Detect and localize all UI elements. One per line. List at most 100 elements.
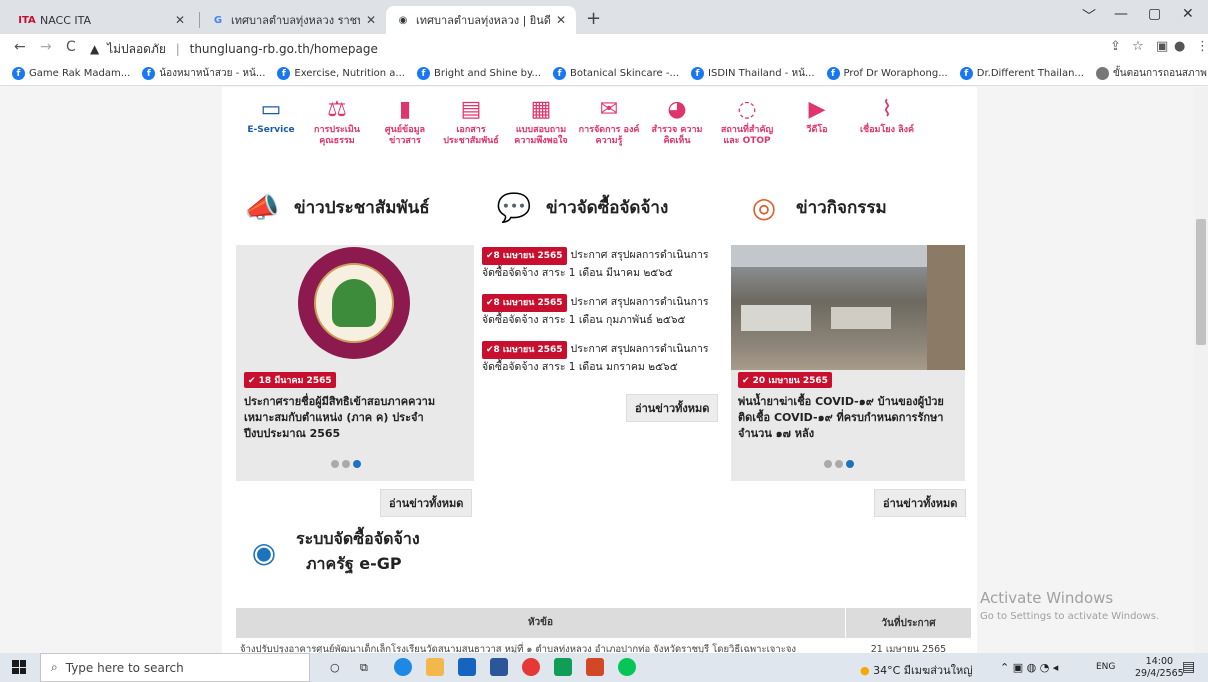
nav-label: ศูนย์ข้อมูล ข่าวสาร <box>384 125 426 146</box>
egp-heading: ◉ ระบบจัดซื้อจัดจ้าง ภาครัฐ e-GP <box>242 527 420 577</box>
carousel-dot[interactable] <box>331 460 339 468</box>
nav-knowledge-management[interactable]: ✉ การจัดการ องค์ความรู้ <box>578 95 640 147</box>
nav-label: สถานที่สำคัญ และ OTOP <box>720 125 774 146</box>
windows-start-icon[interactable] <box>12 660 26 674</box>
notification-icon[interactable]: ▤ <box>1182 659 1195 675</box>
tray-icons[interactable]: ⌃ ▣ ◍ ◔ ◂ <box>1000 661 1058 674</box>
tab-search-icon[interactable]: ﹀ <box>1082 6 1096 26</box>
share-icon[interactable]: ⇪ <box>1110 39 1121 54</box>
carousel-dot-active[interactable] <box>846 460 854 468</box>
section-title: ข่าวจัดซื้อจัดจ้าง <box>546 197 669 218</box>
procurement-read-all-button[interactable]: อ่านข่าวทั้งหมด <box>626 394 719 422</box>
security-label: ไม่ปลอดภัย <box>107 42 166 56</box>
sidepanel-icon[interactable]: ▣ <box>1156 39 1168 54</box>
close-tab-icon[interactable]: ✕ <box>175 13 185 27</box>
back-button[interactable]: ← <box>14 39 26 55</box>
nav-links[interactable]: ⌇ เชื่อมโยง ลิงค์ <box>856 95 918 136</box>
tab-nacc-ita[interactable]: ITA NACC ITA ✕ <box>10 6 195 34</box>
nav-e-service[interactable]: ▭ E-Service <box>240 95 302 136</box>
bookmark-item[interactable]: f Exercise, Nutrition a... <box>277 67 405 80</box>
nav-info-center[interactable]: ▮ ศูนย์ข้อมูล ข่าวสาร <box>374 95 436 147</box>
file-explorer-icon[interactable] <box>426 658 444 676</box>
nav-integrity-assessment[interactable]: ⚖ การประเมิน คุณธรรม <box>306 95 368 147</box>
bookmark-label: Prof Dr Woraphong... <box>843 68 948 79</box>
store-icon[interactable] <box>554 658 572 676</box>
maximize-button[interactable]: ▢ <box>1148 6 1161 22</box>
bookmark-item[interactable]: f น้องหมาหน้าสวย - หน้... <box>142 66 265 81</box>
carousel-dot[interactable] <box>835 460 843 468</box>
language-indicator[interactable]: ENG <box>1096 662 1115 672</box>
google-favicon-icon: G <box>213 14 223 26</box>
photo-table <box>741 305 811 331</box>
task-view-icon[interactable]: ⧉ <box>360 661 368 675</box>
procurement-item[interactable]: ✔8 เมษายน 2565 ประกาศ สรุปผลการดำเนินการจ… <box>482 294 717 328</box>
nav-label: E-Service <box>247 125 295 135</box>
pr-read-all-button[interactable]: อ่านข่าวทั้งหมด <box>380 489 473 517</box>
activity-read-all-button[interactable]: อ่านข่าวทั้งหมด <box>874 489 967 517</box>
bookmark-item[interactable]: f Prof Dr Woraphong... <box>826 67 948 80</box>
star-icon[interactable]: ☆ <box>1132 39 1144 54</box>
link-icon: ⌇ <box>881 96 893 122</box>
close-tab-icon[interactable]: ✕ <box>556 13 566 27</box>
close-window-button[interactable]: ✕ <box>1182 6 1194 22</box>
forward-button[interactable]: → <box>40 39 52 55</box>
nav-opinion-survey[interactable]: ◕ สำรวจ ความคิดเห็น <box>646 95 708 147</box>
minimize-button[interactable]: — <box>1114 6 1128 22</box>
nav-label: สำรวจ ความคิดเห็น <box>651 125 703 146</box>
facebook-icon: f <box>691 67 705 80</box>
system-clock[interactable]: 14:00 29/4/2565 <box>1135 656 1184 680</box>
nav-places-otop[interactable]: ◌ สถานที่สำคัญ และ OTOP <box>716 95 778 147</box>
pr-headline[interactable]: ประกาศรายชื่อผู้มีสิทธิเข้าสอบภาคความ เห… <box>244 394 464 442</box>
tab-title: เทศบาลตำบลทุ่งหลวง | ยินดีต้อนรับ <box>416 14 550 27</box>
word-icon[interactable] <box>490 658 508 676</box>
carousel-dot-active[interactable] <box>353 460 361 468</box>
address-bar[interactable]: ▲ ไม่ปลอดภัย | thungluang-rb.go.th/homep… <box>90 40 378 59</box>
menu-icon[interactable]: ⋮ <box>1196 39 1208 54</box>
edge-icon[interactable] <box>394 658 412 676</box>
carousel-dot[interactable] <box>824 460 832 468</box>
tab-thungluang[interactable]: ◉ เทศบาลตำบลทุ่งหลวง | ยินดีต้อนรับ ✕ <box>386 6 576 34</box>
bookmark-item[interactable]: f ISDIN Thailand - หน้... <box>691 66 815 81</box>
weather-widget[interactable]: ● 34°C มีเมฆส่วนใหญ่ <box>860 661 973 679</box>
bookmark-item[interactable]: ขั้นตอนการถอนสภาพ... <box>1095 66 1208 81</box>
scrollbar-thumb[interactable] <box>1196 219 1206 345</box>
taskbar-search[interactable]: ⌕ Type here to search <box>40 653 310 682</box>
mail-icon[interactable] <box>458 658 476 676</box>
activity-headline[interactable]: พ่นน้ำยาฆ่าเชื้อ COVID-๑๙ บ้านของผู้ป่วย… <box>738 394 960 442</box>
procurement-item[interactable]: ✔8 เมษายน 2565 ประกาศ สรุปผลการดำเนินการจ… <box>482 247 717 281</box>
reload-button[interactable]: C <box>66 39 76 55</box>
bookmark-item[interactable]: f Botanical Skincare -... <box>553 67 679 80</box>
procurement-item[interactable]: ✔8 เมษายน 2565 ประกาศ สรุปผลการดำเนินการจ… <box>482 341 717 375</box>
browser-toolbar: ← → C ▲ ไม่ปลอดภัย | thungluang-rb.go.th… <box>0 34 1208 62</box>
tab-separator <box>199 12 200 28</box>
activity-news-heading: ◎ ข่าวกิจกรรม <box>742 187 887 227</box>
page-scrollbar[interactable] <box>1194 87 1208 653</box>
bookmark-label: ขั้นตอนการถอนสภาพ... <box>1112 68 1208 79</box>
bookmark-item[interactable]: f Dr.Different Thailan... <box>959 67 1084 80</box>
bookmark-label: Game Rak Madam... <box>29 68 131 79</box>
seal-inner <box>314 263 394 343</box>
bookmark-item[interactable]: f Bright and Shine by... <box>416 67 541 80</box>
cortana-icon[interactable]: ○ <box>330 661 340 674</box>
envelope-icon: ✉ <box>599 96 619 122</box>
powerpoint-icon[interactable] <box>586 658 604 676</box>
globe-icon <box>1095 67 1109 80</box>
carousel-dot[interactable] <box>342 460 350 468</box>
profile-avatar-icon[interactable]: ● <box>1174 39 1185 54</box>
bookmark-item[interactable]: f Game Rak Madam... <box>12 67 130 80</box>
pie-icon: ◕ <box>667 96 687 122</box>
nav-label: แบบสอบถาม ความพึงพอใจ <box>514 125 568 146</box>
nav-label: การจัดการ องค์ความรู้ <box>578 125 640 146</box>
chrome-icon[interactable] <box>522 658 540 676</box>
date-badge: ✔ 18 มีนาคม 2565 <box>244 372 336 388</box>
close-tab-icon[interactable]: ✕ <box>366 13 376 27</box>
line-icon[interactable] <box>618 658 636 676</box>
nav-video[interactable]: ▶ วีดีโอ <box>786 95 848 136</box>
nav-satisfaction-survey[interactable]: ▦ แบบสอบถาม ความพึงพอใจ <box>510 95 572 147</box>
seal-tree <box>332 279 376 327</box>
new-tab-button[interactable]: + <box>586 8 601 29</box>
nav-label: เชื่อมโยง ลิงค์ <box>859 125 915 135</box>
pr-news-heading: 📣 ข่าวประชาสัมพันธ์ <box>240 187 430 227</box>
tab-google-search[interactable]: G เทศบาลตำบลทุ่งหลวง ราชบุรี - Googl ✕ <box>201 6 386 34</box>
nav-pr-documents[interactable]: ▤ เอกสาร ประชาสัมพันธ์ <box>440 95 502 147</box>
